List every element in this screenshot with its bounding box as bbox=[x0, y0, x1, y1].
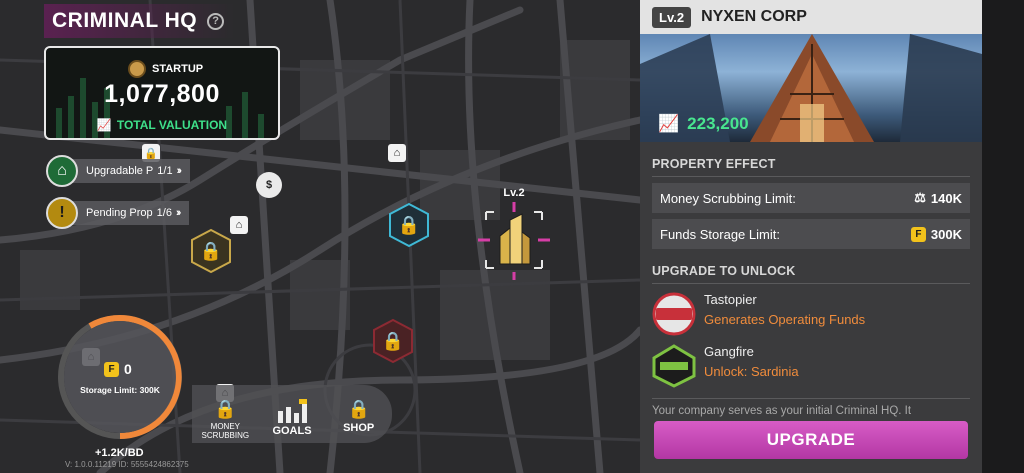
effect-label: Money Scrubbing Limit: bbox=[660, 190, 796, 206]
upgradable-properties-pill[interactable]: ⌂ Upgradable P 1/1 ›› bbox=[46, 155, 190, 187]
storage-dial[interactable]: F 0 Storage Limit: 300K bbox=[56, 313, 184, 441]
description-note: Your company serves as your initial Crim… bbox=[652, 398, 970, 417]
bottom-nav: 🔒 MONEY SCRUBBING GOALS 🔒 SHOP bbox=[192, 385, 392, 443]
tier-label: STARTUP bbox=[152, 63, 204, 75]
page-title-bar: CRIMINAL HQ ? bbox=[44, 4, 235, 38]
valuation-card[interactable]: STARTUP 1,077,800 📈 TOTAL VALUATION bbox=[44, 46, 280, 140]
selected-property-marker[interactable]: Lv.2 bbox=[478, 187, 550, 280]
question-icon[interactable]: ? bbox=[207, 12, 225, 30]
version-text: V: 1.0.0.11219 ID: 5555424862375 bbox=[65, 460, 189, 469]
valuation-amount: 1,077,800 bbox=[104, 80, 220, 108]
trend-up-icon: 📈 bbox=[658, 114, 680, 133]
storage-coins: F 0 bbox=[104, 361, 132, 377]
property-effect-title: PROPERTY EFFECT bbox=[652, 157, 970, 177]
screen-edge bbox=[982, 0, 1024, 473]
lock-icon: 🔒 bbox=[214, 399, 237, 419]
goals-button[interactable]: GOALS bbox=[259, 385, 326, 443]
money-scrub-icon: ⚖ bbox=[914, 190, 926, 205]
money-scrubbing-label: MONEY SCRUBBING bbox=[201, 422, 250, 440]
upgrade-button[interactable]: UPGRADE bbox=[654, 421, 968, 459]
goals-chart-icon bbox=[278, 399, 307, 423]
effect-row-funds-storage: Funds Storage Limit: F 300K bbox=[652, 219, 970, 249]
house-icon[interactable]: ⌂ bbox=[388, 144, 406, 162]
double-chevron-right-icon: ›› bbox=[176, 165, 183, 177]
unlock-desc: Unlock: Sardinia bbox=[704, 364, 799, 379]
funds-coin-icon: F bbox=[910, 226, 926, 242]
company-name: NYXEN CORP bbox=[701, 8, 807, 25]
upgrade-to-unlock-title: UPGRADE TO UNLOCK bbox=[652, 264, 970, 284]
storage-coins-value: 0 bbox=[124, 361, 132, 377]
unlock-item-tastopier[interactable]: Tastopier Generates Operating Funds bbox=[652, 292, 970, 336]
lock-icon: 🔒 bbox=[347, 399, 370, 419]
valuation-label: TOTAL VALUATION bbox=[116, 118, 228, 132]
storage-limit-value: 300K bbox=[139, 385, 160, 395]
pending-label: Pending Prop bbox=[86, 207, 153, 219]
storage-limit-caption: Storage Limit: 300K bbox=[62, 385, 178, 395]
lock-icon: 🔒 bbox=[381, 330, 405, 351]
shop-label: SHOP bbox=[343, 422, 375, 434]
tastopier-logo bbox=[652, 292, 696, 336]
exclamation-shield-icon: ! bbox=[46, 197, 78, 229]
trend-up-icon: 📈 bbox=[96, 118, 112, 132]
lock-icon: 🔒 bbox=[397, 214, 421, 235]
effect-row-money-scrubbing: Money Scrubbing Limit: ⚖ 140K bbox=[652, 183, 970, 213]
unlock-name: Gangfire bbox=[704, 344, 754, 359]
pending-count: 1/6 bbox=[156, 207, 172, 219]
money-scrubbing-button[interactable]: 🔒 MONEY SCRUBBING bbox=[192, 385, 259, 443]
storage-limit-label: Storage Limit: bbox=[80, 385, 138, 395]
unlock-item-gangfire[interactable]: Gangfire Unlock: Sardinia bbox=[652, 344, 970, 388]
cash-pin-icon[interactable]: $ bbox=[256, 172, 282, 198]
funds-coin-icon: F bbox=[104, 361, 119, 377]
effect-value: 300K bbox=[930, 226, 962, 242]
property-detail-panel: Lv.2 NYXEN CORP 📈 223,200 PROPERTY EFFEC… bbox=[640, 0, 982, 473]
unlock-name: Tastopier bbox=[704, 292, 757, 307]
upgradable-count: 1/1 bbox=[157, 165, 173, 177]
lock-icon: 🔒 bbox=[199, 240, 223, 261]
selected-level-label: Lv.2 bbox=[503, 187, 525, 199]
double-chevron-right-icon: ›› bbox=[175, 207, 182, 219]
house-icon[interactable]: ⌂ bbox=[230, 216, 248, 234]
property-value-amount: 223,200 bbox=[687, 114, 749, 133]
panel-header: Lv.2 NYXEN CORP bbox=[640, 0, 982, 34]
valuation-tier: STARTUP bbox=[128, 60, 203, 78]
goals-label: GOALS bbox=[272, 425, 312, 437]
rank-badge-icon bbox=[128, 60, 146, 78]
income-rate: +1.2K/BD bbox=[95, 447, 144, 459]
property-image: 📈 223,200 bbox=[640, 34, 982, 142]
level-badge: Lv.2 bbox=[652, 6, 692, 28]
upgrade-house-icon: ⌂ bbox=[46, 155, 78, 187]
locked-property-marker[interactable]: 🔒 bbox=[372, 318, 414, 364]
valuation-label-row: 📈 TOTAL VALUATION bbox=[46, 118, 278, 132]
effect-label: Funds Storage Limit: bbox=[660, 226, 780, 242]
page-title: CRIMINAL HQ bbox=[52, 9, 198, 32]
gangfire-logo bbox=[652, 344, 696, 388]
property-value: 📈 223,200 bbox=[658, 114, 749, 134]
building-icon bbox=[478, 202, 550, 280]
pending-properties-pill[interactable]: ! Pending Prop 1/6 ›› bbox=[46, 197, 190, 229]
effect-value: 140K bbox=[930, 190, 962, 206]
locked-property-marker[interactable]: 🔒 bbox=[388, 202, 430, 248]
unlock-desc: Generates Operating Funds bbox=[704, 312, 866, 327]
shop-button[interactable]: 🔒 SHOP bbox=[325, 385, 392, 443]
locked-property-marker[interactable]: 🔒 bbox=[190, 228, 232, 274]
upgradable-label: Upgradable P bbox=[86, 165, 154, 177]
